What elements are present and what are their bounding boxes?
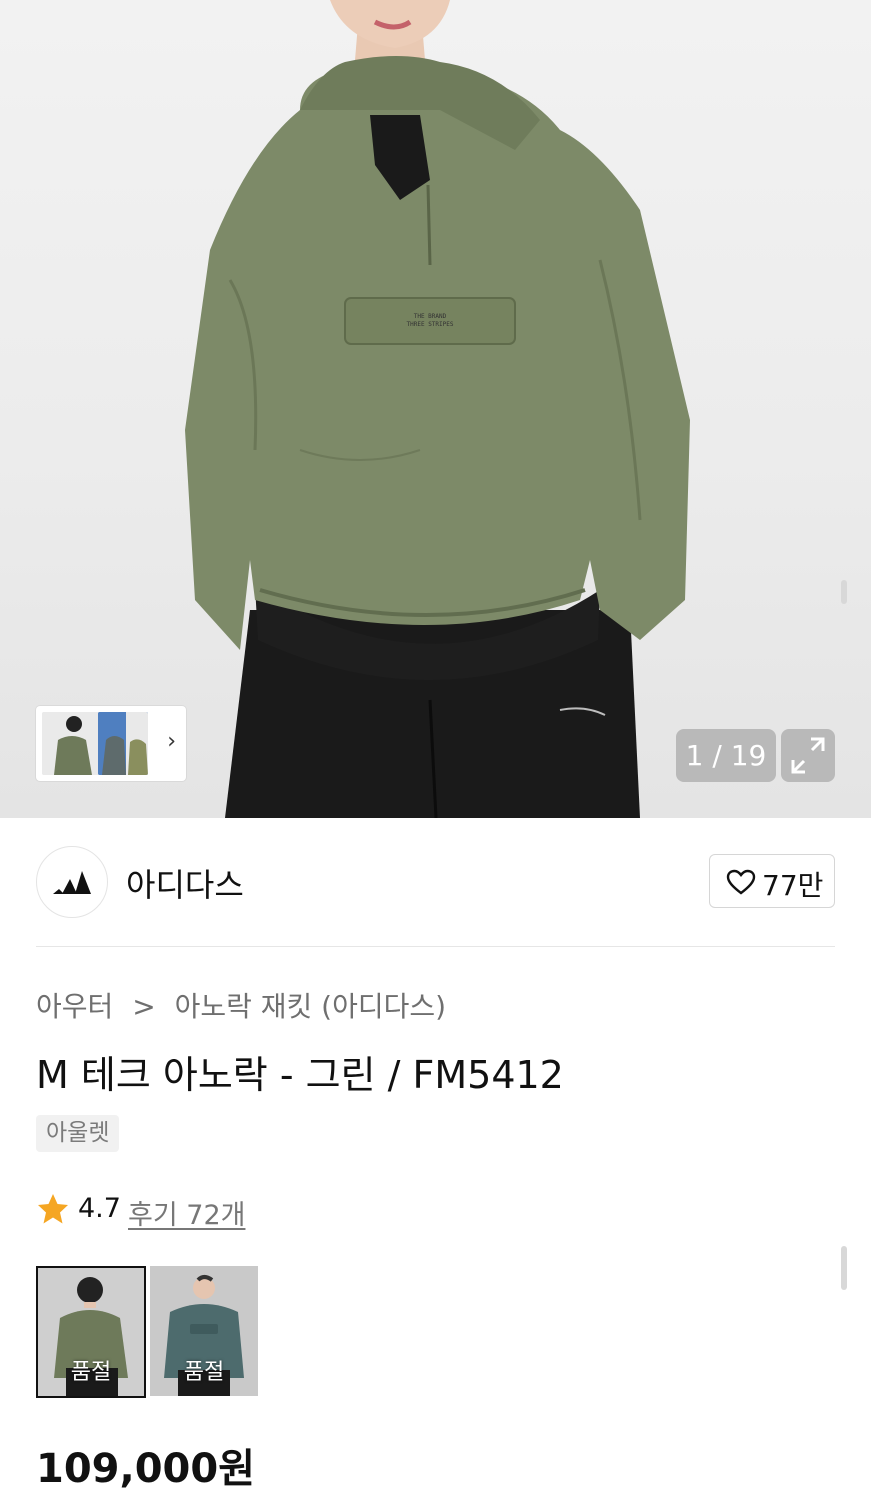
product-image-gallery[interactable]: THE BRAND THREE STRIPES › 1 / 19 <box>0 0 871 818</box>
sold-out-label: 품절 <box>70 1360 112 1385</box>
like-button[interactable]: 77만 <box>709 854 835 908</box>
expand-icon <box>791 737 825 774</box>
rating-value: 4.7 <box>78 1193 121 1224</box>
thumbnail-2[interactable] <box>98 712 148 775</box>
brand-name[interactable]: 아디다스 <box>126 860 244 906</box>
color-option-green[interactable]: 품절 <box>36 1266 146 1398</box>
svg-text:THE BRAND: THE BRAND <box>414 313 447 320</box>
expand-button[interactable] <box>781 729 835 782</box>
review-link[interactable]: 후기 72개 <box>128 1193 245 1232</box>
breadcrumb-separator: > <box>132 990 156 1023</box>
svg-text:THREE STRIPES: THREE STRIPES <box>407 321 454 328</box>
divider <box>36 946 835 947</box>
thumbnail-strip[interactable]: › <box>36 706 186 781</box>
breadcrumb-category[interactable]: 아우터 <box>36 990 113 1023</box>
product-title: M 테크 아노락 - 그린 / FM5412 <box>36 1053 564 1097</box>
star-icon <box>38 1194 68 1224</box>
color-option-teal[interactable]: 품절 <box>150 1266 258 1396</box>
chevron-right-icon[interactable]: › <box>167 731 176 753</box>
heart-icon <box>726 869 756 895</box>
thumbnail-1-image <box>42 712 100 775</box>
scroll-indicator <box>841 580 847 604</box>
product-photo: THE BRAND THREE STRIPES <box>185 0 690 818</box>
sold-out-label: 품절 <box>183 1360 225 1385</box>
breadcrumb: 아우터 > 아노락 재킷 (아디다스) <box>36 985 446 1025</box>
thumbnail-2-image <box>98 712 148 775</box>
image-counter: 1 / 19 <box>676 729 776 782</box>
adidas-logo-icon <box>53 871 91 894</box>
like-count: 77만 <box>762 869 824 902</box>
thumbnail-1[interactable] <box>42 712 100 775</box>
page-scroll-indicator <box>841 1246 847 1290</box>
outlet-tag: 아울렛 <box>36 1115 120 1152</box>
product-price: 109,000원 <box>36 1446 255 1492</box>
brand-row: 아디다스 77만 <box>36 846 835 918</box>
brand-logo[interactable] <box>36 846 108 918</box>
breadcrumb-subcategory[interactable]: 아노락 재킷 (아디다스) <box>175 990 447 1023</box>
